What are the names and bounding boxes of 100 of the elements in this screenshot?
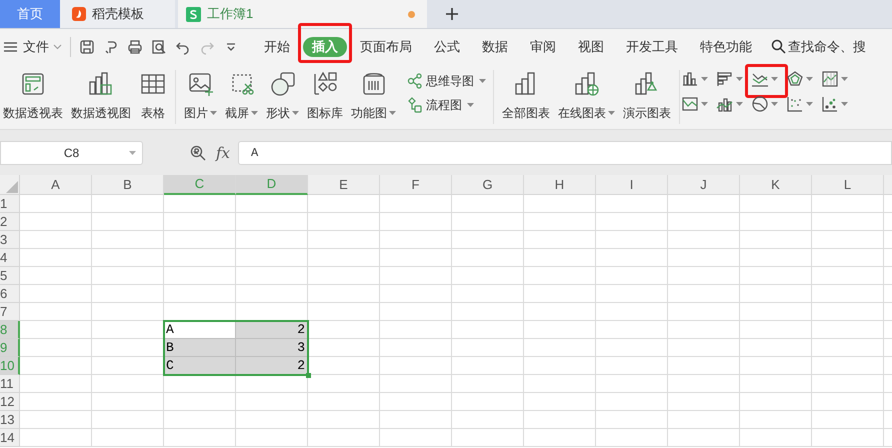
formula-field[interactable]: A [238, 141, 892, 165]
ribbon-button[interactable]: 数据透视图 [70, 70, 132, 122]
table-cell [668, 357, 740, 375]
table-cell [92, 303, 164, 321]
column-header[interactable]: H [524, 175, 596, 195]
chart-type-button[interactable] [681, 70, 708, 88]
row-header[interactable]: 2 [0, 213, 20, 231]
print-icon[interactable] [127, 38, 143, 54]
table-cell [20, 249, 92, 267]
table-cell [308, 321, 380, 339]
row-header[interactable]: 6 [0, 285, 20, 303]
table-cell [452, 357, 524, 375]
column-header[interactable]: A [20, 175, 92, 195]
scatter-chart-icon [786, 95, 804, 113]
table-cell [524, 231, 596, 249]
row-header[interactable]: 7 [0, 303, 20, 321]
ribbon-button[interactable]: 截屏 [224, 70, 259, 122]
table-cell [164, 195, 236, 213]
chart-type-button[interactable] [751, 95, 778, 113]
row-header[interactable]: 12 [0, 393, 20, 411]
zoom-icon[interactable] [190, 145, 206, 161]
table-cell [236, 249, 308, 267]
ribbon-button[interactable]: 在线图表 [557, 70, 616, 122]
ribbon-tab[interactable]: 视图 [569, 36, 613, 56]
table-cell [380, 339, 452, 357]
file-menu[interactable]: 文件 [23, 36, 62, 56]
row-header[interactable]: 11 [0, 375, 20, 393]
row-header[interactable]: 1 [0, 195, 20, 213]
ribbon-button[interactable]: 思维导图 [407, 72, 486, 90]
chart-type-button[interactable] [786, 95, 813, 113]
chart-type-button[interactable] [716, 70, 743, 88]
ribbon-tab[interactable]: 开始 [255, 36, 299, 56]
table-cell [740, 339, 812, 357]
pie-chart-icon [751, 95, 769, 113]
name-box[interactable]: C8 [0, 141, 143, 165]
table-cell [596, 393, 668, 411]
row-header[interactable]: 3 [0, 231, 20, 249]
row-header[interactable]: 4 [0, 249, 20, 267]
row-header[interactable]: 14 [0, 429, 20, 447]
table-cell [20, 285, 92, 303]
table-cell [524, 249, 596, 267]
format-painter-icon[interactable] [103, 38, 119, 54]
ribbon-button[interactable]: 图标库 [306, 70, 344, 122]
row-header[interactable]: 5 [0, 267, 20, 285]
ribbon-button[interactable]: 流程图 [407, 96, 486, 114]
table-cell [668, 267, 740, 285]
ribbon-button[interactable]: 演示图表 [622, 70, 672, 122]
ribbon-button[interactable]: 数据透视表 [2, 70, 64, 122]
caret-icon [841, 77, 848, 81]
ribbon-button[interactable]: 图片 [183, 70, 218, 122]
caret-icon [736, 102, 743, 106]
ribbon-tab[interactable]: 审阅 [521, 36, 565, 56]
ribbon-tab[interactable]: 特色功能 [691, 36, 761, 56]
column-header[interactable]: E [308, 175, 380, 195]
table-cell [92, 411, 164, 429]
chart-type-button[interactable] [786, 70, 813, 88]
table-cell [668, 429, 740, 447]
new-tab-icon[interactable] [445, 7, 459, 21]
table-cell [308, 213, 380, 231]
ribbon-button[interactable]: 功能图 [350, 70, 397, 122]
chart-type-button[interactable] [681, 95, 708, 113]
column-header[interactable]: G [452, 175, 524, 195]
caret-icon [771, 77, 778, 81]
table-cell [596, 303, 668, 321]
table-cell [452, 231, 524, 249]
caret-icon [608, 111, 615, 115]
table-cell [92, 267, 164, 285]
row-header[interactable]: 13 [0, 411, 20, 429]
table-cell [596, 249, 668, 267]
column-header[interactable]: K [740, 175, 812, 195]
print-preview-icon[interactable] [151, 38, 167, 54]
table-cell [668, 339, 740, 357]
caret-icon [251, 111, 258, 115]
ribbon-tab[interactable]: 开发工具 [617, 36, 687, 56]
ribbon-tab[interactable]: 数据 [473, 36, 517, 56]
column-header[interactable]: F [380, 175, 452, 195]
table-cell [524, 357, 596, 375]
save-icon[interactable] [79, 38, 95, 54]
chart-type-button[interactable] [821, 70, 848, 88]
ribbon-button[interactable]: 全部图表 [501, 70, 551, 122]
table-cell [236, 267, 308, 285]
chart-type-button[interactable] [821, 95, 848, 113]
table-cell [380, 429, 452, 447]
document-tab[interactable]: 工作簿1 [178, 0, 427, 28]
table-cell [524, 267, 596, 285]
function-button[interactable]: fx [216, 142, 230, 164]
column-header[interactable]: J [668, 175, 740, 195]
table-cell [308, 429, 380, 447]
ribbon-button[interactable]: 形状 [265, 70, 300, 122]
ribbon-tab[interactable]: 公式 [425, 36, 469, 56]
column-header[interactable]: I [596, 175, 668, 195]
menu-icon[interactable] [4, 42, 17, 52]
table-cell [596, 321, 668, 339]
document-tab[interactable]: 稻壳模板 [60, 0, 175, 28]
column-header[interactable]: L [812, 175, 884, 195]
ribbon-button[interactable]: 表格 [138, 70, 168, 122]
table-cell [524, 213, 596, 231]
search-command-field[interactable]: 查找命令、搜 [788, 36, 866, 56]
ribbon-tab[interactable]: 页面布局 [351, 36, 421, 56]
table-cell [164, 375, 236, 393]
